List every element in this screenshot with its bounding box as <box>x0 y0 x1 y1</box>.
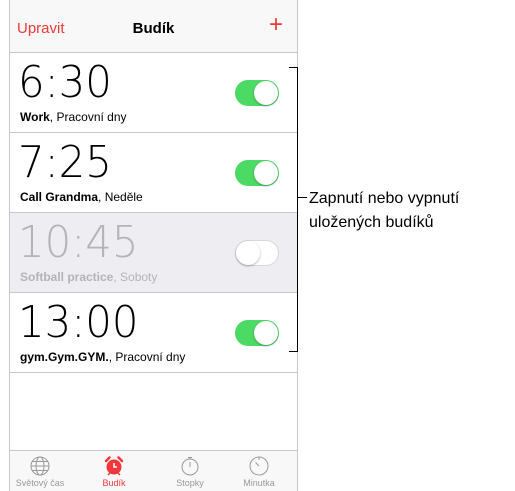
page-title: Budík <box>132 20 175 37</box>
alarm-time: 13:00 <box>18 297 139 348</box>
alarm-label: Work <box>20 110 50 124</box>
tab-label: Budík <box>102 478 126 488</box>
alarm-row[interactable]: 7:25 Call Grandma, Neděle <box>10 133 297 213</box>
alarm-row[interactable]: 13:00 gym.Gym.GYM., Pracovní dny <box>10 293 297 373</box>
callout-bracket <box>297 67 298 351</box>
alarm-toggle[interactable] <box>235 160 279 186</box>
alarm-caption: Call Grandma, Neděle <box>20 190 143 204</box>
alarm-repeat: , Soboty <box>113 270 158 284</box>
navigation-bar: Upravit Budík + <box>10 0 297 53</box>
toggle-knob <box>254 161 278 185</box>
tab-bar: Světový čas Budík Stopky Minutka <box>10 450 297 491</box>
alarm-time: 6:30 <box>18 57 112 108</box>
tab-timer[interactable]: Minutka <box>229 455 289 488</box>
alarm-caption: gym.Gym.GYM., Pracovní dny <box>20 350 185 364</box>
tab-world-clock[interactable]: Světový čas <box>10 455 70 488</box>
alarm-clock-icon <box>104 456 124 476</box>
add-alarm-button[interactable]: + <box>269 13 283 37</box>
alarm-caption: Work, Pracovní dny <box>20 110 127 124</box>
tab-alarm[interactable]: Budík <box>84 455 144 488</box>
alarm-toggle[interactable] <box>235 80 279 106</box>
tab-label: Minutka <box>243 478 275 488</box>
callout-line-1: Zapnutí nebo vypnutí <box>309 190 460 207</box>
stopwatch-icon <box>181 457 199 476</box>
toggle-knob <box>254 81 278 105</box>
alarm-row[interactable]: 10:45 Softball practice, Soboty <box>10 213 297 293</box>
tab-stopwatch[interactable]: Stopky <box>160 455 220 488</box>
alarm-caption: Softball practice, Soboty <box>20 270 157 284</box>
alarm-label: gym.Gym.GYM. <box>20 350 109 364</box>
callout-bracket-bottom <box>289 351 298 352</box>
callout-text: Zapnutí nebo vypnutí uložených budíků <box>309 187 515 235</box>
globe-icon <box>30 456 50 476</box>
tab-label: Světový čas <box>15 478 65 488</box>
alarm-repeat: , Pracovní dny <box>49 110 127 124</box>
alarm-label: Softball practice <box>20 270 114 284</box>
timer-icon <box>249 456 269 476</box>
alarm-time: 7:25 <box>18 137 112 188</box>
alarm-time: 10:45 <box>18 217 139 268</box>
alarm-repeat: , Neděle <box>98 190 143 204</box>
callout-line-2: uložených budíků <box>309 214 434 231</box>
phone-screen: Upravit Budík + 6:30 Work, Pracovní dny … <box>9 0 298 491</box>
toggle-knob <box>254 321 278 345</box>
alarm-toggle[interactable] <box>235 240 279 266</box>
toggle-knob <box>236 241 260 265</box>
alarm-row[interactable]: 6:30 Work, Pracovní dny <box>10 53 297 133</box>
callout-pointer <box>297 197 307 198</box>
alarm-toggle[interactable] <box>235 320 279 346</box>
alarm-repeat: , Pracovní dny <box>108 350 186 364</box>
alarm-label: Call Grandma <box>20 190 99 204</box>
tab-label: Stopky <box>176 478 204 488</box>
